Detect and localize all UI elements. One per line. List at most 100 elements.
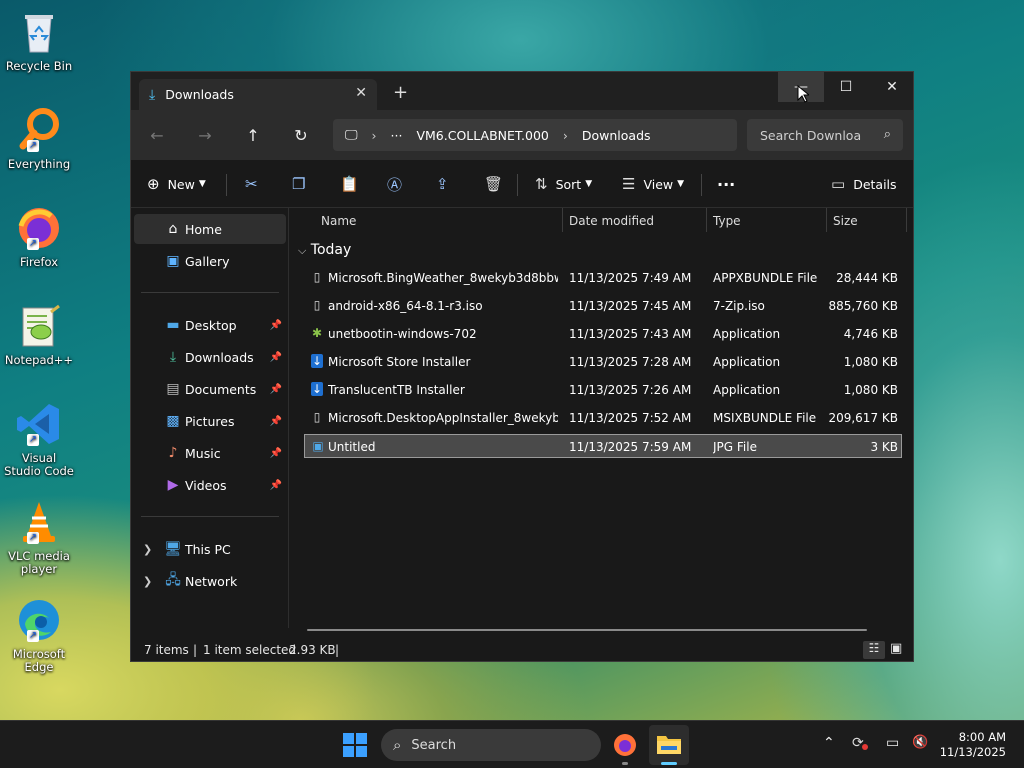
- desktop-icon-label: Notepad++: [4, 353, 74, 367]
- table-row[interactable]: ↓ Microsoft Store Installer 11/13/2025 7…: [304, 350, 902, 374]
- sidebar-item-documents[interactable]: ▤ Documents 📌: [134, 374, 286, 404]
- sidebar-item-videos[interactable]: ▶ Videos 📌: [134, 470, 286, 500]
- new-tab-button[interactable]: +: [393, 84, 408, 102]
- edge-icon: ↗: [15, 596, 63, 644]
- breadcrumb-computer[interactable]: VM6.COLLABNET.000: [416, 128, 548, 143]
- clock-time: 8:00 AM: [958, 730, 1006, 744]
- file-size: 28,444 KB: [836, 271, 898, 285]
- forward-button[interactable]: →: [190, 122, 220, 148]
- installer-icon: ↓: [311, 382, 323, 396]
- table-row-selected[interactable]: ▣ Untitled 11/13/2025 7:59 AM JPG File 3…: [304, 434, 902, 458]
- tiles-view-button[interactable]: ▣: [890, 641, 902, 656]
- column-divider[interactable]: [562, 208, 563, 232]
- sync-icon[interactable]: ⟳: [852, 735, 868, 751]
- sidebar-item-this-pc[interactable]: ❯ 🖥 This PC: [134, 534, 286, 564]
- pin-icon[interactable]: 📌: [270, 480, 282, 491]
- pin-icon[interactable]: 📌: [270, 384, 282, 395]
- taskbar-file-explorer[interactable]: [649, 725, 689, 765]
- file-type: Application: [713, 355, 781, 369]
- table-row[interactable]: ✱ unetbootin-windows-702 11/13/2025 7:43…: [304, 322, 902, 346]
- table-row[interactable]: ▯ Microsoft.DesktopAppInstaller_8wekyb3.…: [304, 406, 902, 430]
- tab-downloads[interactable]: ⤓ Downloads ✕: [139, 79, 377, 110]
- sidebar-item-network[interactable]: ❯ 🖧 Network: [134, 566, 286, 596]
- breadcrumb[interactable]: 🖵 › ··· VM6.COLLABNET.000 › Downloads: [333, 119, 737, 151]
- search-input[interactable]: Search Downloa ⌕: [747, 119, 903, 151]
- details-button[interactable]: ▭ Details: [831, 172, 897, 196]
- sidebar-item-downloads[interactable]: ⤓ Downloads 📌: [134, 342, 286, 372]
- sort-button[interactable]: ⇅ Sort ▼: [535, 172, 592, 196]
- close-button[interactable]: ✕: [869, 72, 913, 102]
- notepad-plus-plus-icon: [15, 302, 63, 350]
- share-button[interactable]: ⇪: [436, 172, 449, 196]
- details-view-button[interactable]: ☷: [863, 641, 885, 659]
- horizontal-scrollbar[interactable]: [307, 629, 867, 631]
- view-button[interactable]: ☰ View ▼: [622, 172, 684, 196]
- firefox-icon: ↗: [15, 204, 63, 252]
- pin-icon[interactable]: 📌: [270, 352, 282, 363]
- display-icon[interactable]: ▭: [886, 735, 899, 751]
- tab-title: Downloads: [165, 87, 234, 102]
- breadcrumb-folder[interactable]: Downloads: [582, 128, 651, 143]
- column-header-name[interactable]: Name: [321, 214, 356, 228]
- desktop-icon-vlc[interactable]: ↗ VLC media player: [2, 498, 76, 576]
- sidebar-item-desktop[interactable]: ▬ Desktop 📌: [134, 310, 286, 340]
- copy-button[interactable]: ❐: [292, 172, 305, 196]
- file-date: 11/13/2025 7:26 AM: [569, 383, 692, 397]
- table-row[interactable]: ▯ android-x86_64-8.1-r3.iso 11/13/2025 7…: [304, 294, 902, 318]
- new-button[interactable]: ⊕ New ▼: [147, 172, 206, 196]
- rename-button[interactable]: Ⓐ: [387, 172, 402, 196]
- desktop-icon-firefox[interactable]: ↗ Firefox: [2, 204, 76, 269]
- column-divider[interactable]: [706, 208, 707, 232]
- column-divider[interactable]: [906, 208, 907, 232]
- home-icon: ⌂: [168, 221, 178, 237]
- clock[interactable]: 8:00 AM 11/13/2025: [940, 730, 1006, 760]
- table-row[interactable]: ↓ TranslucentTB Installer 11/13/2025 7:2…: [304, 378, 902, 402]
- file-date: 11/13/2025 7:49 AM: [569, 271, 692, 285]
- pin-icon[interactable]: 📌: [270, 320, 282, 331]
- delete-button[interactable]: 🗑: [484, 172, 503, 196]
- desktop-icon-edge[interactable]: ↗ Microsoft Edge: [2, 596, 76, 674]
- pin-icon[interactable]: 📌: [270, 448, 282, 459]
- file-name: Untitled: [328, 440, 376, 454]
- running-indicator: [622, 762, 628, 765]
- desktop-icon-everything[interactable]: ↗ Everything: [2, 106, 76, 171]
- taskbar-firefox[interactable]: [612, 732, 638, 765]
- cut-button[interactable]: ✂: [245, 172, 258, 196]
- column-divider[interactable]: [826, 208, 827, 232]
- address-bar-row: ← → ↑ ↻ 🖵 › ··· VM6.COLLABNET.000 › Down…: [131, 110, 913, 160]
- file-type: MSIXBUNDLE File: [713, 411, 817, 425]
- group-header-today[interactable]: ⌵ Today: [298, 242, 351, 258]
- desktop-icon-vscode[interactable]: ↗ Visual Studio Code: [2, 400, 76, 478]
- sidebar-item-music[interactable]: ♪ Music 📌: [134, 438, 286, 468]
- divider: [141, 292, 279, 293]
- application-icon: ✱: [311, 326, 323, 340]
- column-header-type[interactable]: Type: [713, 214, 741, 228]
- desktop-icon-notepad-plus-plus[interactable]: Notepad++: [2, 302, 76, 367]
- refresh-button[interactable]: ↻: [286, 122, 316, 148]
- desktop-icon-recycle-bin[interactable]: Recycle Bin: [2, 8, 76, 73]
- more-options-button[interactable]: ···: [717, 172, 735, 196]
- sidebar-item-pictures[interactable]: ▩ Pictures 📌: [134, 406, 286, 436]
- column-header-size[interactable]: Size: [833, 214, 858, 228]
- chevron-right-icon[interactable]: ❯: [143, 575, 152, 588]
- chevron-right-icon[interactable]: ❯: [143, 543, 152, 556]
- taskbar-search-input[interactable]: ⌕ Search: [381, 729, 601, 761]
- table-row[interactable]: ▯ Microsoft.BingWeather_8wekyb3d8bbwe...…: [304, 266, 902, 290]
- breadcrumb-more[interactable]: ···: [391, 128, 403, 143]
- sidebar-item-home[interactable]: ⌂ Home: [134, 214, 286, 244]
- close-tab-icon[interactable]: ✕: [355, 85, 367, 101]
- column-header-date[interactable]: Date modified: [569, 214, 654, 228]
- up-button[interactable]: ↑: [238, 122, 268, 148]
- pin-icon[interactable]: 📌: [270, 416, 282, 427]
- file-name: Microsoft.DesktopAppInstaller_8wekyb3...: [328, 411, 558, 425]
- sidebar-item-gallery[interactable]: ▣ Gallery: [134, 246, 286, 276]
- start-button[interactable]: [343, 733, 367, 757]
- details-label: Details: [853, 176, 897, 192]
- show-hidden-icons-button[interactable]: ⌃: [823, 735, 835, 751]
- file-size: 209,617 KB: [828, 411, 898, 425]
- volume-muted-icon[interactable]: 🔇: [912, 735, 928, 750]
- details-pane-icon: ▭: [831, 175, 846, 193]
- back-button[interactable]: ←: [142, 122, 172, 148]
- paste-button[interactable]: 📋: [340, 172, 359, 196]
- maximize-button[interactable]: ☐: [823, 72, 869, 102]
